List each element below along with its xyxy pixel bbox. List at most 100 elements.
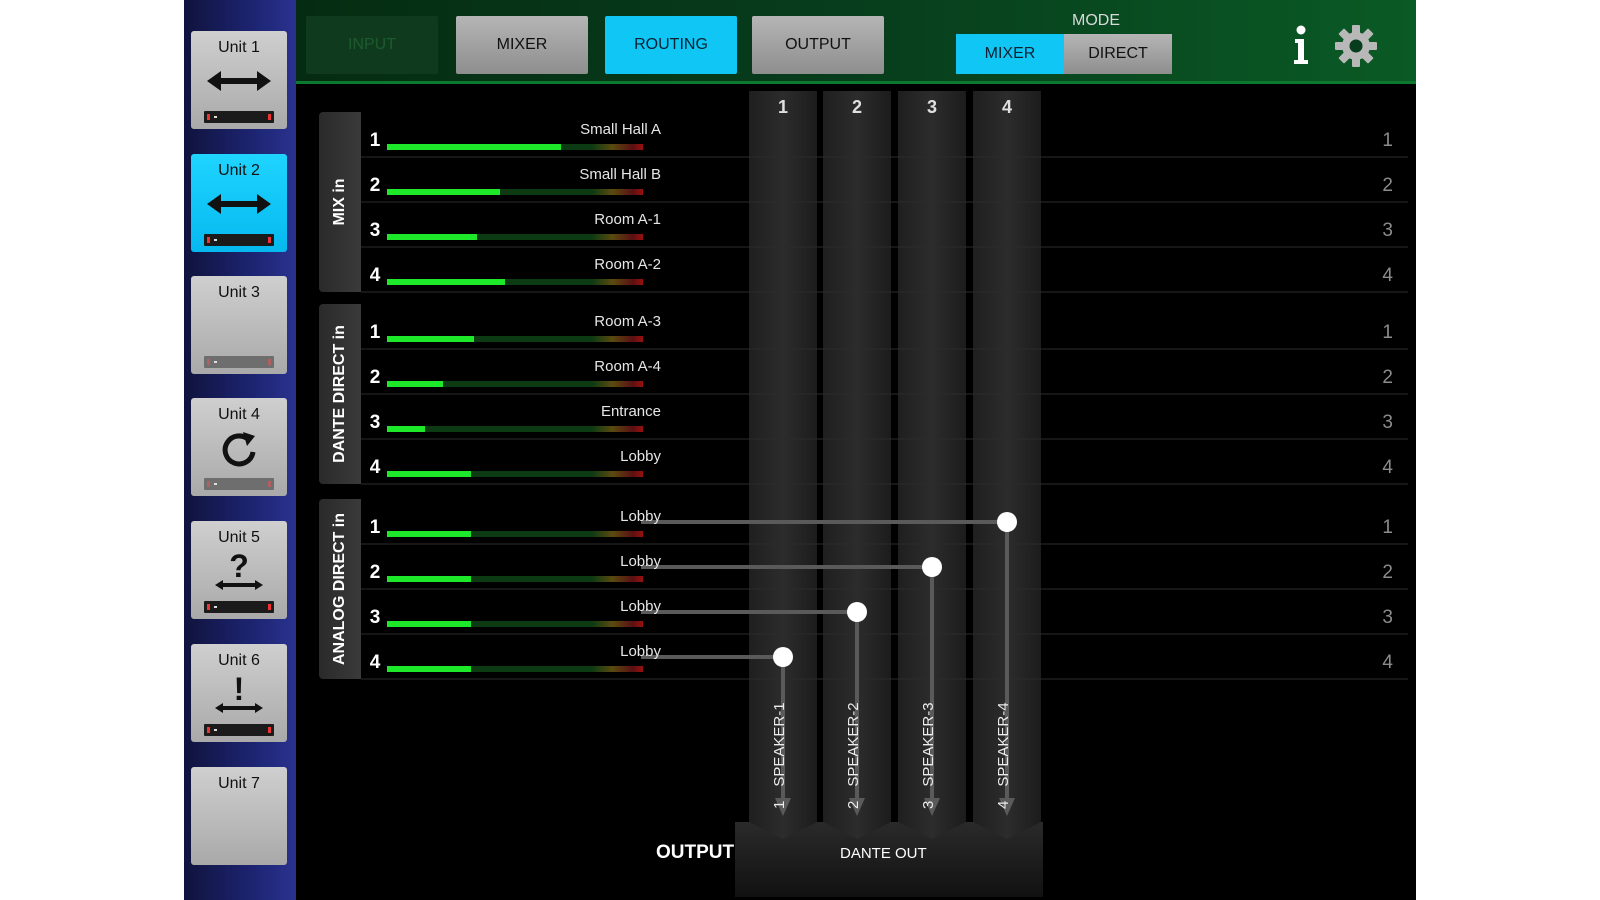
- input-row[interactable]: 3 Room A-1 3: [361, 202, 1411, 247]
- mode-mixer-button[interactable]: MIXER: [956, 34, 1064, 74]
- input-row[interactable]: 4 Lobby 4: [361, 634, 1411, 679]
- level-meter-fill: [387, 336, 475, 342]
- info-icon[interactable]: [1286, 24, 1316, 66]
- input-row[interactable]: 2 Small Hall B 2: [361, 157, 1411, 202]
- level-meter-fill: [387, 666, 472, 672]
- routing-matrix: MIX in 1 Small Hall A 1 2 Small Hall B 2 3 Room …: [296, 87, 1416, 900]
- row-index: 4: [1382, 265, 1393, 286]
- input-number: 4: [369, 457, 381, 478]
- dante-out-label: DANTE OUT: [840, 845, 927, 862]
- speaker-number: 4: [995, 800, 1012, 809]
- row-index: 4: [1382, 457, 1393, 478]
- unit-button-5[interactable]: Unit 5?: [191, 521, 287, 619]
- unit-sidebar: Unit 1 Unit 2 Unit 3 Unit 4 Unit 5? Unit 6! Un…: [184, 0, 296, 900]
- input-row[interactable]: 1 Small Hall A 1: [361, 112, 1411, 157]
- input-group-title: DANTE DIRECT in: [331, 325, 348, 463]
- level-meter-fill: [387, 279, 505, 285]
- unit-button-4[interactable]: Unit 4: [191, 398, 287, 496]
- gear-icon[interactable]: [1334, 24, 1378, 68]
- input-row[interactable]: 2 Lobby 2: [361, 544, 1411, 589]
- level-meter-fill: [387, 621, 472, 627]
- level-meter: [387, 381, 643, 387]
- input-group-label: ANALOG DIRECT in: [319, 499, 361, 679]
- unit-button-2[interactable]: Unit 2: [191, 154, 287, 252]
- mode-direct-button[interactable]: DIRECT: [1064, 34, 1172, 74]
- speaker-label: 4 SPEAKER-4: [995, 702, 1012, 809]
- unit-button-6[interactable]: Unit 6!: [191, 644, 287, 742]
- input-number: 2: [369, 562, 381, 583]
- routing-app: Unit 1 Unit 2 Unit 3 Unit 4 Unit 5? Unit 6! Un…: [184, 0, 1416, 900]
- double-arrow-icon: [207, 71, 271, 91]
- input-name: Small Hall B: [579, 166, 661, 183]
- input-name: Room A-1: [594, 211, 661, 228]
- speaker-name: SPEAKER-3: [920, 702, 937, 787]
- input-number: 3: [369, 412, 381, 433]
- row-index: 3: [1382, 607, 1393, 628]
- level-meter-fill: [387, 426, 426, 432]
- input-number: 3: [369, 220, 381, 241]
- warning-icon: !: [215, 674, 263, 713]
- row-index: 3: [1382, 220, 1393, 241]
- input-row[interactable]: 2 Room A-4 2: [361, 349, 1411, 394]
- level-meter: [387, 621, 643, 627]
- tab-input[interactable]: INPUT: [306, 16, 438, 74]
- input-name: Lobby: [620, 448, 661, 465]
- level-meter-fill: [387, 144, 562, 150]
- level-meter: [387, 531, 643, 537]
- level-meter: [387, 336, 643, 342]
- tab-routing[interactable]: ROUTING: [605, 16, 737, 74]
- speaker-label: 2 SPEAKER-2: [845, 702, 862, 809]
- svg-text:!: !: [234, 674, 245, 707]
- input-number: 4: [369, 652, 381, 673]
- row-index: 4: [1382, 652, 1393, 673]
- input-number: 1: [369, 322, 381, 343]
- row-index: 1: [1382, 517, 1393, 538]
- row-index: 1: [1382, 322, 1393, 343]
- device-icon: [204, 234, 274, 246]
- input-name: Lobby: [620, 598, 661, 615]
- speaker-name: SPEAKER-2: [845, 702, 862, 787]
- level-meter: [387, 279, 643, 285]
- unit-button-3[interactable]: Unit 3: [191, 276, 287, 374]
- input-name: Entrance: [600, 403, 661, 420]
- level-meter-fill: [387, 471, 472, 477]
- refresh-icon: [222, 432, 256, 467]
- tab-mixer[interactable]: MIXER: [456, 16, 588, 74]
- input-number: 4: [369, 265, 381, 286]
- input-row[interactable]: 1 Room A-3 1: [361, 304, 1411, 349]
- unit-label: Unit 4: [218, 406, 260, 423]
- row-index: 2: [1382, 175, 1393, 196]
- unit-button-1[interactable]: Unit 1: [191, 31, 287, 129]
- input-number: 1: [369, 517, 381, 538]
- input-row[interactable]: 4 Room A-2 4: [361, 247, 1411, 292]
- input-row[interactable]: 3 Entrance 3: [361, 394, 1411, 439]
- mode-label: MODE: [1072, 12, 1120, 29]
- input-name: Room A-4: [594, 358, 661, 375]
- tab-output[interactable]: OUTPUT: [752, 16, 884, 74]
- unit-label: Unit 6: [218, 652, 260, 669]
- device-icon: [204, 111, 274, 123]
- input-row[interactable]: 1 Lobby 1: [361, 499, 1411, 544]
- level-meter-fill: [387, 531, 472, 537]
- unit-label: Unit 3: [218, 284, 260, 301]
- speaker-name: SPEAKER-4: [995, 702, 1012, 787]
- output-label: OUTPUT: [656, 842, 735, 863]
- input-number: 2: [369, 175, 381, 196]
- output-column-header: 1: [777, 97, 788, 117]
- level-meter-fill: [387, 576, 472, 582]
- double-arrow-icon: [207, 194, 271, 214]
- level-meter: [387, 234, 643, 240]
- device-icon: [204, 601, 274, 613]
- input-name: Lobby: [620, 643, 661, 660]
- input-group-label: MIX in: [319, 112, 361, 292]
- level-meter: [387, 144, 643, 150]
- level-meter-fill: [387, 189, 500, 195]
- unit-button-7[interactable]: Unit 7: [191, 767, 287, 865]
- input-name: Lobby: [620, 508, 661, 525]
- input-number: 2: [369, 367, 381, 388]
- speaker-number: 3: [920, 800, 937, 809]
- input-row[interactable]: 3 Lobby 3: [361, 589, 1411, 634]
- input-row[interactable]: 4 Lobby 4: [361, 439, 1411, 484]
- device-icon: [204, 724, 274, 736]
- unit-label: Unit 2: [218, 162, 260, 179]
